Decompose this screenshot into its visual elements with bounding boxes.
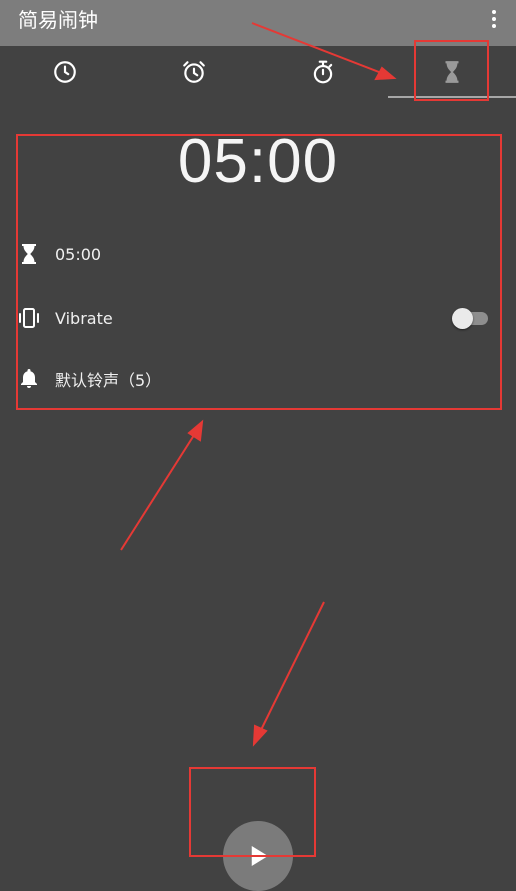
tab-alarm[interactable]: [129, 46, 258, 98]
annotation-box-timer-tab: [414, 40, 489, 101]
more-vert-dot: [492, 17, 496, 21]
app-title: 简易闹钟: [18, 8, 98, 32]
more-vert-dot: [492, 24, 496, 28]
alarm-clock-icon: [182, 61, 205, 83]
annotation-box-start-button: [189, 767, 316, 857]
tab-stopwatch[interactable]: [258, 46, 387, 98]
more-vert-icon: [492, 10, 496, 14]
annotation-box-timer-settings: [16, 134, 502, 410]
stopwatch-icon: [313, 60, 332, 84]
tab-clock[interactable]: [0, 46, 129, 98]
clock-icon: [53, 61, 76, 83]
more-options-button[interactable]: [482, 6, 506, 32]
